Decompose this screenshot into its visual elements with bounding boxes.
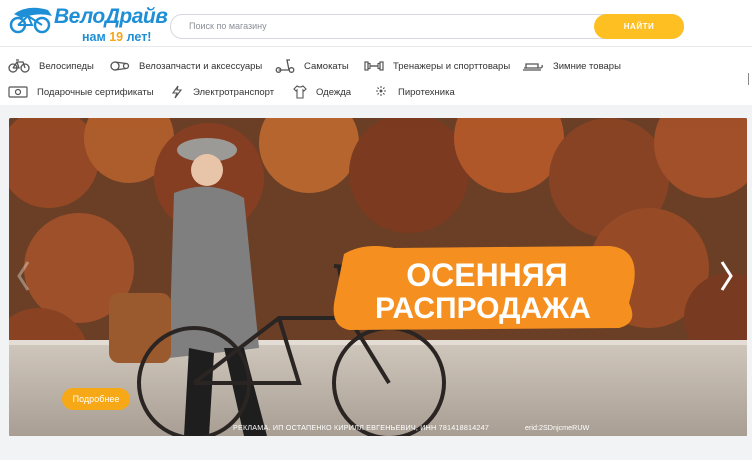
nav-label: Зимние товары — [553, 60, 621, 72]
dumbbell-icon — [364, 61, 384, 71]
nav-label: Велосипеды — [39, 60, 94, 72]
search-bar: НАЙТИ — [170, 14, 684, 39]
banner-next-arrow-icon[interactable] — [716, 258, 736, 294]
logo[interactable]: ВелоДрайв нам 19 лет! — [8, 4, 168, 46]
nav-item-parts[interactable]: Велозапчасти и аксессуары — [110, 59, 262, 73]
banner-headline-line1: ОСЕННЯЯ — [406, 257, 568, 293]
nav-label: Электротранспорт — [193, 86, 275, 98]
nav-divider — [748, 73, 749, 85]
site-header: ВелоДрайв нам 19 лет! НАЙТИ Велосипеды В… — [0, 0, 752, 105]
nav-label: Велозапчасти и аксессуары — [139, 60, 263, 72]
tagline-years: 19 — [109, 30, 124, 44]
tagline-suffix: лет! — [126, 30, 152, 44]
nav-item-trainers[interactable]: Тренажеры и спорттовары — [364, 59, 510, 73]
nav-item-gift-cards[interactable]: Подарочные сертификаты — [8, 85, 154, 99]
nav-item-winter[interactable]: Зимние товары — [522, 59, 621, 73]
logo-tagline: нам 19 лет! — [82, 30, 151, 44]
ad-erid: erid:2SDnjcmeRUW — [525, 423, 590, 432]
scooter-icon — [275, 59, 295, 73]
ad-notice: РЕКЛАМА. ИП ОСТАПЕНКО КИРИЛЛ ЕВГЕНЬЕВИЧ,… — [233, 423, 490, 432]
gift-card-icon — [8, 86, 28, 98]
lightning-icon — [171, 85, 183, 99]
banner-more-button[interactable]: Подробнее — [62, 388, 130, 410]
banner-headline-line2: РАСПРОДАЖА — [375, 292, 591, 325]
search-input[interactable] — [189, 18, 589, 33]
nav-label: Одежда — [316, 86, 352, 98]
nav-item-clothing[interactable]: Одежда — [293, 85, 351, 99]
nav-label: Подарочные сертификаты — [37, 86, 154, 98]
bike-chain-icon — [110, 61, 130, 71]
nav-item-electric[interactable]: Электротранспорт — [170, 85, 274, 99]
firework-icon — [376, 86, 386, 96]
logo-bike-icon — [9, 7, 52, 34]
nav-label: Тренажеры и спорттовары — [393, 60, 511, 72]
nav-item-scooters[interactable]: Самокаты — [275, 59, 349, 73]
tagline-prefix: нам — [82, 30, 106, 44]
search-button[interactable]: НАЙТИ — [594, 14, 684, 39]
nav-item-bicycles[interactable]: Велосипеды — [8, 59, 94, 73]
header-divider — [0, 46, 752, 47]
nav-item-fireworks[interactable]: Пиротехника — [373, 85, 455, 99]
bicycle-icon — [8, 59, 30, 73]
banner-prev-arrow-icon[interactable] — [14, 258, 34, 294]
nav-label: Самокаты — [304, 60, 349, 72]
logo-brand: ВелоДрайв — [54, 5, 168, 28]
nav-label: Пиротехника — [398, 86, 455, 98]
sled-icon — [523, 63, 543, 71]
tshirt-icon — [293, 85, 307, 99]
